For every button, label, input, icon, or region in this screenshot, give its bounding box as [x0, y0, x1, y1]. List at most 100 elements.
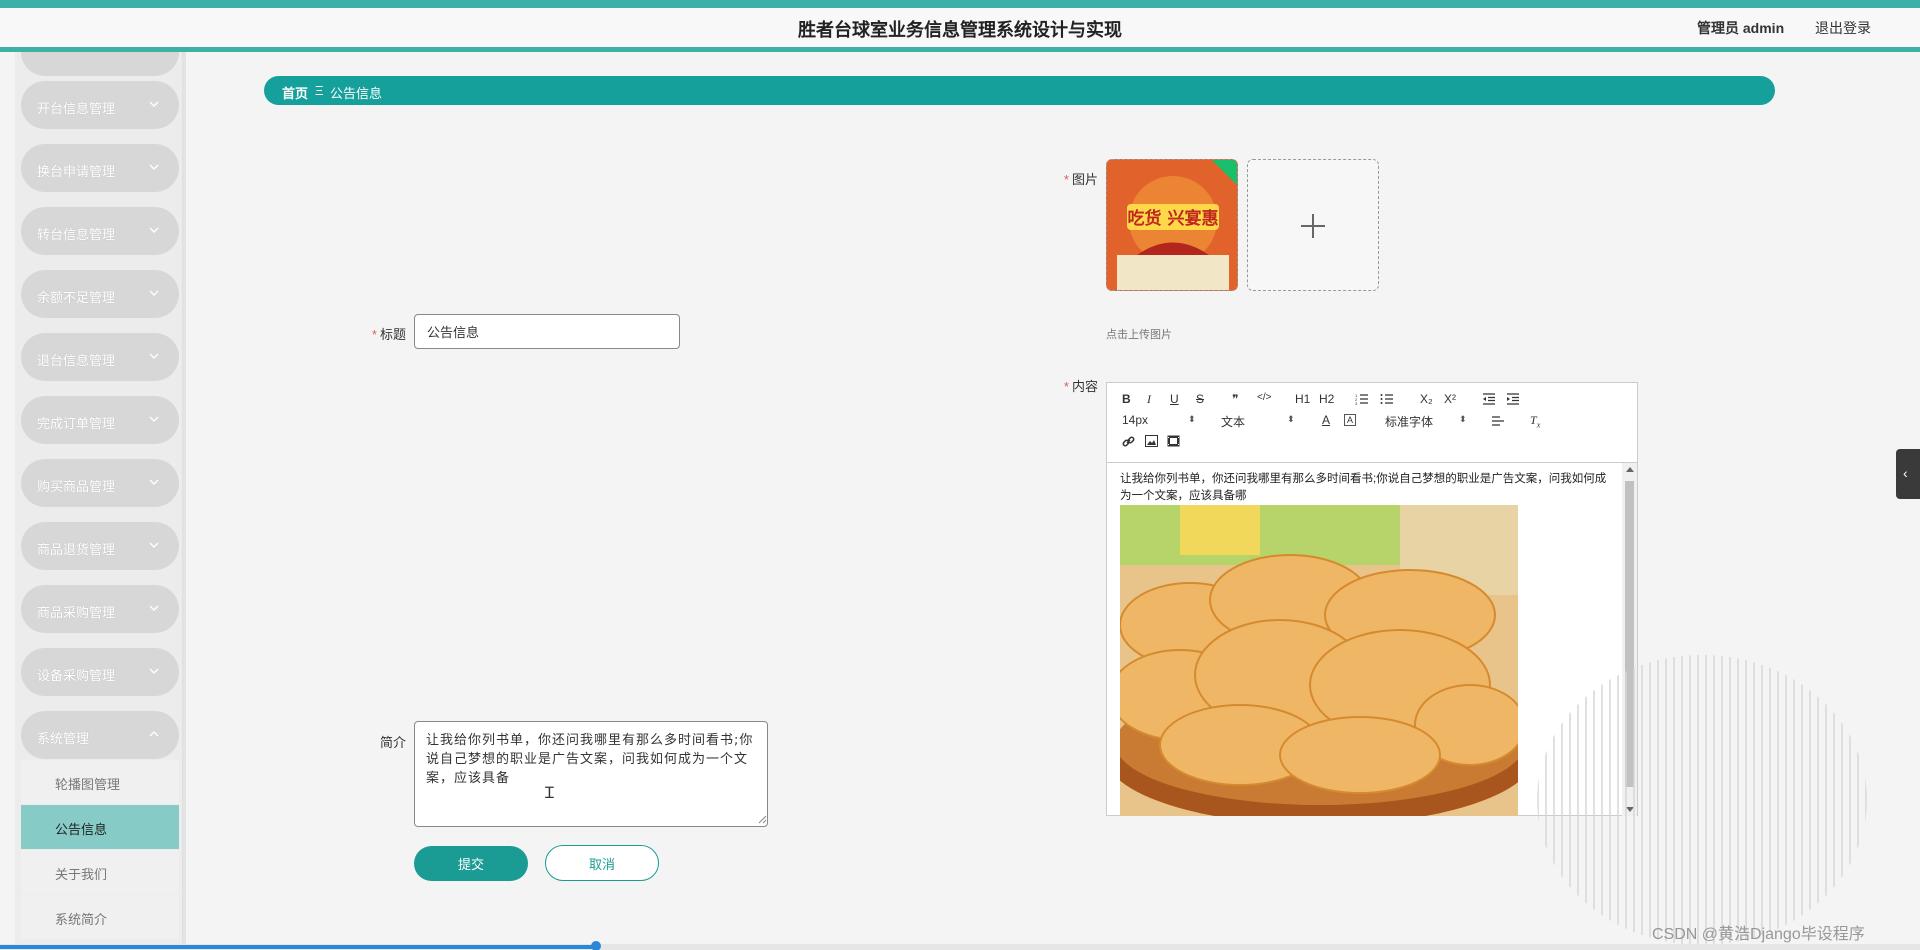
code-block-button[interactable]: </> — [1257, 392, 1271, 403]
sidebar-menu-label: 商品退货管理 — [37, 542, 116, 557]
sidebar-menu-system[interactable]: 系统管理 — [21, 711, 179, 759]
breadcrumb: 首页 Ξ 公告信息 — [264, 76, 1775, 105]
decorative-striped-circle — [1537, 655, 1867, 945]
sidebar-item-system-intro[interactable]: 系统简介 — [21, 895, 179, 939]
sidebar-divider — [183, 52, 186, 950]
sidebar-menu-goods-procurement[interactable]: 商品采购管理 — [21, 585, 179, 633]
sidebar-item-label: 关于我们 — [55, 867, 108, 882]
sidebar-item-label: 系统简介 — [55, 912, 108, 927]
image-icon[interactable] — [1145, 435, 1158, 447]
food-poster-image: 吃货 兴宴惠 — [1107, 160, 1237, 290]
chevron-down-icon — [149, 416, 159, 422]
background-color-button[interactable]: A — [1344, 414, 1356, 426]
sidebar-menu-low-balance[interactable]: 余额不足管理 — [21, 270, 179, 318]
uploaded-image-thumbnail[interactable]: 吃货 兴宴惠 — [1106, 159, 1238, 291]
header-top-strip — [0, 0, 1920, 8]
paragraph-select[interactable]: 文本 ⬍ — [1221, 413, 1295, 430]
title-input[interactable] — [414, 314, 680, 349]
sidebar-item-label: 轮播图管理 — [55, 777, 121, 792]
sidebar-menu-label: 购买商品管理 — [37, 479, 116, 494]
plus-icon-vertical — [1312, 214, 1314, 238]
chevron-down-icon — [149, 542, 159, 548]
logout-link[interactable]: 退出登录 — [1815, 18, 1871, 38]
side-collapse-tab[interactable]: ‹ — [1896, 449, 1920, 499]
sidebar-menu-goods-return[interactable]: 商品退货管理 — [21, 522, 179, 570]
sidebar-menu-partial[interactable] — [21, 52, 179, 76]
sidebar-menu-purchase-goods[interactable]: 购买商品管理 — [21, 459, 179, 507]
select-arrows-icon: ⬍ — [1459, 414, 1467, 424]
required-mark: * — [1063, 172, 1069, 187]
chevron-left-icon: ‹ — [1903, 465, 1908, 481]
content-label: * 内容 — [1058, 376, 1098, 395]
intro-textarea[interactable]: 让我给你列书单，你还问我哪里有那么多时间看书;你说自己梦想的职业是广告文案，问我… — [414, 721, 768, 827]
strike-button[interactable]: S — [1196, 392, 1204, 406]
breadcrumb-current: 公告信息 — [330, 86, 383, 101]
chevron-down-icon — [149, 605, 159, 611]
image-uploader[interactable] — [1247, 159, 1379, 291]
svg-text:3: 3 — [1355, 401, 1358, 405]
sidebar-item-announcement[interactable]: 公告信息 — [21, 805, 179, 849]
clear-format-button[interactable]: Tx — [1530, 413, 1540, 429]
font-family-value: 标准字体 — [1385, 415, 1434, 429]
csdn-watermark: CSDN @黄浩Django毕设程序 — [1652, 926, 1865, 943]
font-color-button[interactable]: A — [1322, 413, 1330, 427]
resize-grip-icon[interactable] — [758, 815, 767, 824]
subscript-button[interactable]: X₂ — [1420, 392, 1433, 406]
bullet-list-icon[interactable] — [1380, 393, 1394, 405]
sidebar-menu-refund-table[interactable]: 退台信息管理 — [21, 333, 179, 381]
italic-button[interactable]: I — [1147, 392, 1151, 407]
align-icon[interactable] — [1491, 415, 1505, 427]
required-mark: * — [371, 327, 377, 342]
video-icon[interactable] — [1167, 435, 1180, 447]
sidebar-menu-label: 退台信息管理 — [37, 353, 116, 368]
scroll-up-icon[interactable] — [1626, 467, 1634, 472]
cancel-button[interactable]: 取消 — [545, 845, 659, 881]
sidebar-menu-label: 系统管理 — [37, 731, 90, 746]
sidebar-menu-change-table[interactable]: 换台申请管理 — [21, 144, 179, 192]
outdent-icon[interactable] — [1482, 393, 1496, 405]
superscript-button[interactable]: X² — [1444, 392, 1456, 406]
link-icon[interactable] — [1122, 435, 1135, 448]
bold-button[interactable]: B — [1122, 392, 1131, 406]
intro-label: 简介 — [379, 735, 406, 750]
chevron-down-icon — [149, 164, 159, 170]
sidebar-menu-label: 换台申请管理 — [37, 164, 116, 179]
underline-button[interactable]: U — [1170, 392, 1179, 406]
sidebar-menu-open-table[interactable]: 开台信息管理 — [21, 81, 179, 129]
ordered-list-icon[interactable]: 123 — [1355, 393, 1369, 405]
title-label: * 标题 — [370, 324, 406, 343]
indent-icon[interactable] — [1506, 393, 1520, 405]
sidebar-menu-label: 设备采购管理 — [37, 668, 116, 683]
sidebar-menu-completed-orders[interactable]: 完成订单管理 — [21, 396, 179, 444]
font-size-select[interactable]: 14px ⬍ — [1122, 413, 1196, 427]
image-label-text: 图片 — [1071, 172, 1098, 187]
breadcrumb-home[interactable]: 首页 — [282, 83, 308, 102]
app-title: 胜者台球室业务信息管理系统设计与实现 — [798, 20, 1122, 40]
sidebar-item-label: 公告信息 — [55, 822, 108, 837]
breadcrumb-separator: Ξ — [315, 83, 324, 98]
sidebar-menu-transfer-table[interactable]: 转台信息管理 — [21, 207, 179, 255]
potato-chips-image — [1120, 505, 1518, 816]
sidebar-menu-label: 完成订单管理 — [37, 416, 116, 431]
heading2-button[interactable]: H2 — [1319, 392, 1334, 406]
font-family-select[interactable]: 标准字体 ⬍ — [1385, 413, 1467, 430]
header-bottom-strip — [0, 47, 1920, 52]
sidebar-item-carousel[interactable]: 轮播图管理 — [21, 760, 179, 804]
submit-button[interactable]: 提交 — [414, 846, 528, 881]
editor-toolbar: B I U S ❞ </> H1 H2 123 X₂ X² 14px ⬍ 文本 ⬍ … — [1107, 383, 1637, 463]
sidebar-menu-label: 转台信息管理 — [37, 227, 116, 242]
page-horizontal-scrollbar-thumb[interactable] — [0, 945, 600, 949]
chevron-down-icon — [149, 101, 159, 107]
chevron-up-icon — [149, 731, 159, 737]
content-label-text: 内容 — [1071, 379, 1098, 394]
heading1-button[interactable]: H1 — [1295, 392, 1310, 406]
font-size-value: 14px — [1122, 413, 1149, 427]
sidebar-item-about-us[interactable]: 关于我们 — [21, 850, 179, 894]
scrollbar-knob[interactable] — [591, 941, 601, 950]
blockquote-button[interactable]: ❞ — [1232, 392, 1238, 406]
sidebar-menu-equipment-procurement[interactable]: 设备采购管理 — [21, 648, 179, 696]
chevron-down-icon — [149, 227, 159, 233]
chevron-down-icon — [149, 290, 159, 296]
editor-content-text: 让我给你列书单，你还问我哪里有那么多时间看书;你说自己梦想的职业是广告文案，问我… — [1120, 473, 1607, 502]
select-arrows-icon: ⬍ — [1188, 414, 1196, 424]
